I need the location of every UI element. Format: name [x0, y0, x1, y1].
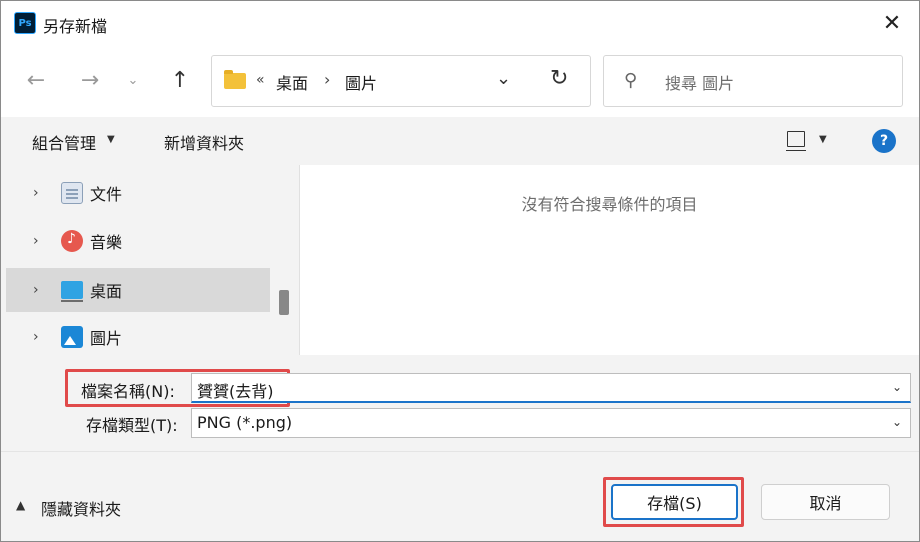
expand-chevron-icon[interactable]: › [33, 282, 39, 298]
title-bar: Ps 另存新檔 ✕ [1, 1, 919, 45]
filetype-select[interactable]: PNG (*.png) ⌄ [191, 408, 911, 438]
cancel-button[interactable]: 取消 [761, 484, 890, 520]
photoshop-app-icon: Ps [14, 12, 36, 34]
back-arrow-icon[interactable]: ← [21, 65, 51, 95]
address-bar[interactable]: « 桌面 › 圖片 ⌄ ↻ [211, 55, 591, 107]
organize-caret-icon[interactable]: ▼ [107, 134, 115, 145]
filetype-dropdown-chevron-icon[interactable]: ⌄ [892, 415, 902, 429]
organize-button[interactable]: 組合管理 [32, 130, 96, 154]
breadcrumb-pictures[interactable]: 圖片 [345, 70, 377, 94]
expand-chevron-icon[interactable]: › [33, 185, 39, 201]
chevron-up-icon[interactable]: ▲ [16, 498, 25, 512]
navigation-bar: ← → ⌄ ↑ « 桌面 › 圖片 ⌄ ↻ ⚲ 搜尋 圖片 [1, 45, 919, 117]
music-icon [61, 230, 83, 252]
recent-locations-chevron-icon[interactable]: ⌄ [118, 65, 148, 95]
navigation-pane: › 文件 › 音樂 › 桌面 › 圖片 [1, 165, 271, 355]
dialog-title: 另存新檔 [43, 17, 108, 36]
expand-chevron-icon[interactable]: › [33, 233, 39, 249]
filetype-value[interactable]: PNG (*.png) [197, 413, 292, 432]
sidebar-item-label: 圖片 [90, 329, 123, 348]
save-as-dialog: Ps 另存新檔 ✕ ← → ⌄ ↑ « 桌面 › 圖片 ⌄ ↻ ⚲ 搜尋 圖片 … [0, 0, 920, 542]
help-icon[interactable]: ? [872, 129, 896, 153]
search-input[interactable]: ⚲ 搜尋 圖片 [603, 55, 903, 107]
breadcrumb-separator-icon[interactable]: › [324, 70, 330, 89]
view-options-icon[interactable] [786, 131, 806, 151]
new-folder-button[interactable]: 新增資料夾 [164, 130, 244, 154]
filename-value[interactable]: 贇贇(去背) [197, 378, 274, 402]
command-toolbar: 組合管理 ▼ 新增資料夾 ▼ ? [1, 117, 919, 165]
address-overflow-icon[interactable]: « [256, 72, 265, 88]
address-dropdown-chevron-icon[interactable]: ⌄ [496, 68, 511, 89]
filename-label: 檔案名稱(N): [81, 382, 175, 401]
expand-chevron-icon[interactable]: › [33, 329, 39, 345]
filename-field[interactable]: 贇贇(去背) ⌄ [191, 373, 911, 403]
desktop-icon [61, 281, 83, 302]
hide-folders-button[interactable]: 隱藏資料夾 [41, 496, 121, 520]
view-options-caret-icon[interactable]: ▼ [819, 134, 827, 145]
folder-icon [224, 70, 246, 89]
forward-arrow-icon[interactable]: → [75, 65, 105, 95]
sidebar-item-music[interactable]: › 音樂 [6, 219, 270, 263]
search-placeholder: 搜尋 圖片 [665, 74, 735, 93]
breadcrumb-desktop[interactable]: 桌面 [276, 70, 308, 94]
save-button[interactable]: 存檔(S) [611, 484, 738, 520]
sidebar-item-desktop[interactable]: › 桌面 [6, 268, 270, 312]
filename-dropdown-chevron-icon[interactable]: ⌄ [892, 380, 902, 394]
dialog-footer: ▲ 隱藏資料夾 存檔(S) 取消 [1, 452, 919, 541]
pictures-icon [61, 326, 83, 348]
documents-icon [61, 182, 83, 204]
close-icon[interactable]: ✕ [869, 5, 915, 41]
sidebar-item-label: 桌面 [90, 282, 123, 301]
scrollbar-thumb[interactable] [279, 290, 289, 315]
sidebar-item-label: 文件 [90, 185, 123, 204]
up-arrow-icon[interactable]: ↑ [165, 65, 195, 95]
navigation-pane-scrollbar[interactable] [271, 165, 299, 355]
refresh-icon[interactable]: ↻ [550, 66, 568, 91]
search-icon: ⚲ [624, 70, 638, 91]
sidebar-item-label: 音樂 [90, 233, 123, 252]
empty-results-message: 沒有符合搜尋條件的項目 [521, 195, 698, 214]
save-form: 檔案名稱(N): 贇贇(去背) ⌄ 存檔類型(T): PNG (*.png) ⌄ [1, 355, 919, 451]
sidebar-item-pictures[interactable]: › 圖片 [6, 315, 270, 355]
sidebar-item-documents[interactable]: › 文件 [6, 171, 270, 215]
filetype-label: 存檔類型(T): [86, 416, 178, 435]
file-list-pane[interactable]: 沒有符合搜尋條件的項目 [300, 165, 919, 355]
